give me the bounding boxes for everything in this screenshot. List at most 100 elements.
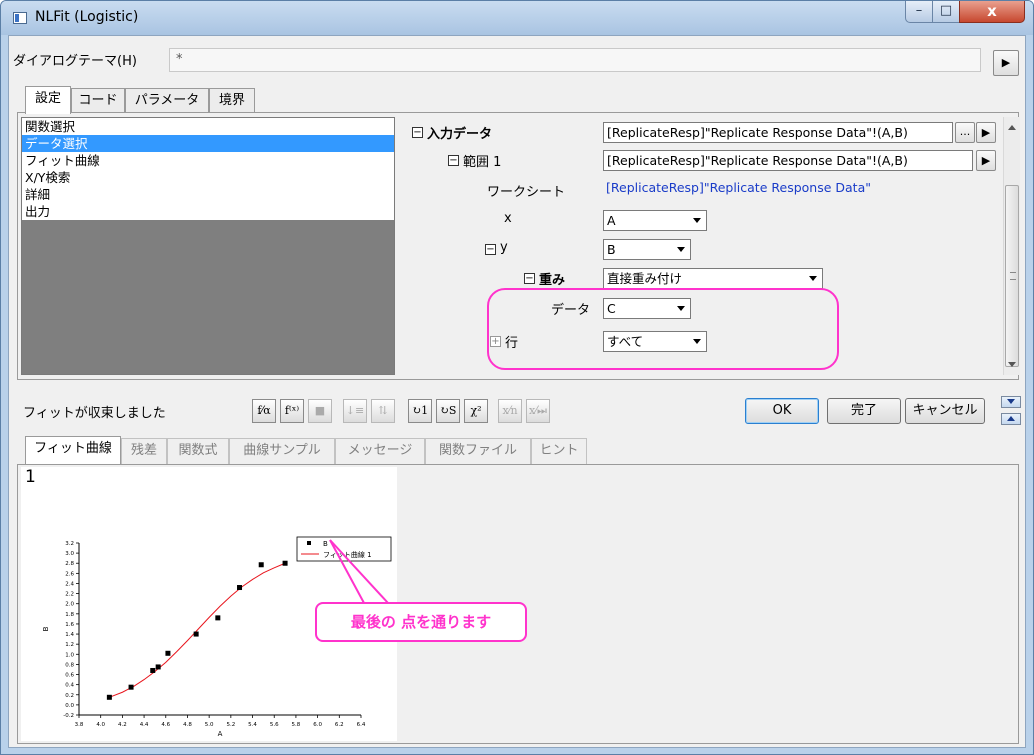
triangle-down-icon [1007,399,1015,404]
weight-method-select[interactable]: 直接重み付け [603,268,823,289]
function-tool-button[interactable]: f⁽ˣ⁾ [280,399,304,423]
tab-residuals[interactable]: 残差 [121,438,167,464]
y-tick-label: 1.6 [65,622,74,628]
sort-down-icon: ↓≡ [345,404,365,417]
x-column-select[interactable]: A [603,210,707,231]
tab-messages[interactable]: メッセージ [335,438,425,464]
chevron-down-icon [693,218,701,223]
nav-item-fitted-curves[interactable]: フィット曲線 [22,152,394,169]
scrollbar-thumb[interactable] [1005,185,1019,367]
data-point [165,650,171,656]
y-tick-label: 0.2 [65,693,74,699]
weight-label: 重み [539,273,566,288]
sort-up-button[interactable]: ⇅ [371,399,395,423]
chevron-down-icon [677,306,685,311]
input-data-field[interactable]: [ReplicateResp]"Replicate Response Data"… [603,122,953,143]
input-data-browse-button[interactable]: ... [955,122,975,143]
fit-until-end-button[interactable]: x⁄⏭ [526,399,550,423]
data-point [193,631,199,637]
tab-settings[interactable]: 設定 [25,86,71,114]
legend-marker-scatter [307,541,311,545]
iterate-1-button[interactable]: ↻1 [408,399,432,423]
close-button[interactable]: x [959,1,1025,23]
range1-field[interactable]: [ReplicateResp]"Replicate Response Data"… [603,150,973,171]
input-data-collapse-toggle[interactable]: − [412,127,423,138]
x-tick-label: 5.8 [292,722,301,728]
title-bar[interactable]: NLFit (Logistic) – □ x [1,1,1033,35]
y-tick-label: 2.2 [65,592,74,598]
x-axis-title: A [218,730,223,738]
row-range-select[interactable]: すべて [603,331,707,352]
collapse-up-button[interactable] [1001,413,1021,425]
tab-hints[interactable]: ヒント [531,438,587,464]
data-point [237,585,243,591]
range1-collapse-toggle[interactable]: − [448,155,459,166]
y-tick-label: 3.0 [65,551,74,557]
row-range-value: すべて [607,334,644,349]
tab-formula[interactable]: 関数式 [167,438,229,464]
y-tick-label: 2.4 [65,581,74,587]
nav-item-xy-search[interactable]: X/Y検索 [22,169,394,186]
sort-down-button[interactable]: ↓≡ [343,399,367,423]
scroll-up-icon[interactable] [1008,125,1016,130]
fit-iteration-button[interactable]: x⁄n [498,399,522,423]
maximize-button[interactable]: □ [932,1,960,23]
tab-parameters[interactable]: パラメータ [125,88,209,114]
fit-tool-button[interactable]: f⁄α [252,399,276,423]
y-collapse-toggle[interactable]: − [485,244,496,255]
iterate-until-converge-button[interactable]: ↻S [436,399,460,423]
nav-item-output[interactable]: 出力 [22,203,394,220]
theme-menu-button[interactable]: ▶ [993,50,1019,76]
property-tree: − 入力データ [ReplicateResp]"Replicate Respon… [403,117,1020,375]
property-scrollbar[interactable] [1003,117,1020,375]
range1-menu-button[interactable]: ▶ [976,150,996,171]
annotation-callout: 最後の 点を通ります [315,602,527,642]
save-button[interactable]: ■ [308,399,332,423]
tab-curve-samples[interactable]: 曲線サンプル [229,438,335,464]
x-tick-label: 4.2 [118,722,127,728]
triangle-up-icon [1007,416,1015,421]
row-expand-toggle[interactable]: + [490,336,501,347]
x-tick-label: 4.6 [161,722,170,728]
scroll-down-icon[interactable] [1008,362,1016,367]
y-tick-label: 1.0 [65,652,74,658]
y-column-select[interactable]: B [603,239,691,260]
tab-fitted-curves[interactable]: フィット曲線 [25,436,121,464]
x-tick-label: 6.0 [313,722,322,728]
data-point [258,562,264,568]
cancel-button[interactable]: キャンセル [905,398,985,424]
nav-item-advanced[interactable]: 詳細 [22,186,394,203]
data-point [282,560,288,566]
dialog-theme-field[interactable]: * [169,48,981,72]
window-title: NLFit (Logistic) [35,9,139,25]
weight-collapse-toggle[interactable]: − [524,273,535,284]
data-point [128,684,134,690]
done-button[interactable]: 完了 [827,398,901,424]
y-axis-title: B [42,626,50,631]
data-point [106,694,112,700]
tab-code[interactable]: コード [71,88,125,114]
x-tick-label: 4.0 [96,722,105,728]
tab-bounds[interactable]: 境界 [209,88,255,114]
minimize-button[interactable]: – [905,1,933,23]
weight-data-select[interactable]: C [603,298,691,319]
nav-item-function-selection[interactable]: 関数選択 [22,118,394,135]
x-tick-label: 5.2 [226,722,235,728]
save-icon: ■ [314,404,326,417]
nav-item-data-selection[interactable]: データ選択 [22,135,394,152]
expand-down-button[interactable] [1001,396,1021,408]
y-tick-label: 0.6 [65,673,74,679]
y-tick-label: 0.0 [65,703,74,709]
legend-label-fit-curve: フィット曲線 1 [323,550,372,559]
chi-square-button[interactable]: χ² [464,399,488,423]
x-label: x [504,211,512,226]
weight-method-value: 直接重み付け [607,271,683,286]
tab-function-file[interactable]: 関数ファイル [425,438,531,464]
ok-button[interactable]: OK [745,398,819,424]
input-data-menu-button[interactable]: ▶ [976,122,996,143]
data-point [215,615,221,621]
x-tick-label: 5.6 [270,722,279,728]
x-tick-label: 5.4 [248,722,257,728]
function-tool-icon: f⁽ˣ⁾ [284,404,300,417]
weight-data-value: C [607,301,616,316]
